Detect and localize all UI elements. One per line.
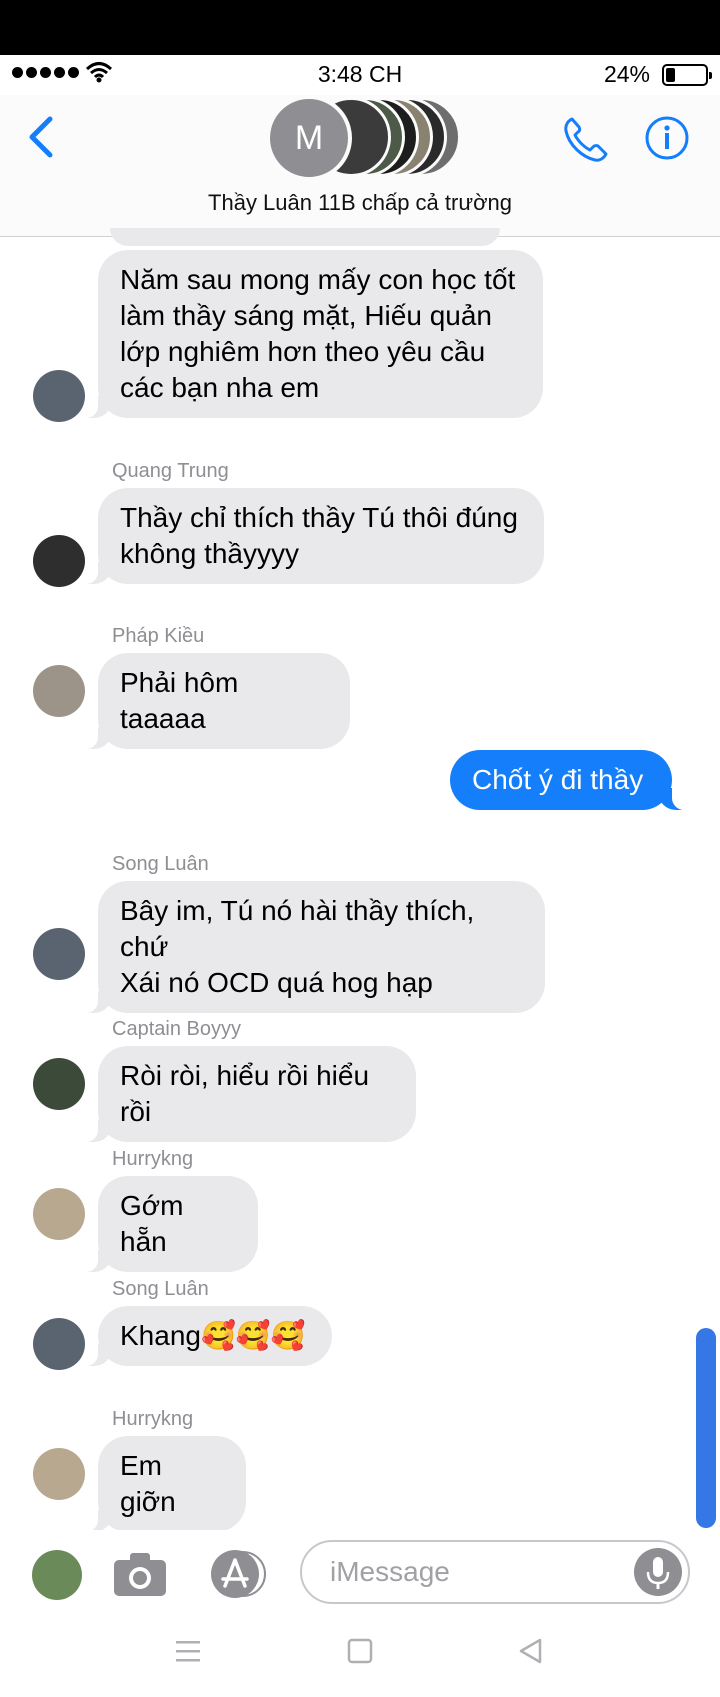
message-bubble[interactable]: Năm sau mong mấy con học tốt làm thầy sá… [76, 250, 543, 418]
avatar[interactable] [33, 1448, 85, 1500]
message-bubble-partial [110, 228, 500, 246]
message-bubble[interactable]: Ròi ròi, hiểu rồi hiểu rồi [76, 1046, 416, 1142]
sender-name: Quang Trung [112, 460, 229, 482]
message-bubble[interactable]: Bây im, Tú nó hài thầy thích, chứ Xái nó… [76, 881, 545, 1013]
message-line: không thầyyyy [120, 538, 299, 569]
imessage-placeholder: iMessage [330, 1556, 450, 1587]
menu-icon[interactable] [174, 1637, 202, 1665]
message-line: Bây im, Tú nó hài thầy thích, chứ [120, 895, 475, 962]
camera-icon[interactable] [110, 1548, 170, 1600]
square-home-icon[interactable] [346, 1637, 374, 1665]
message-line: làm thầy sáng mặt, Hiếu quản [120, 300, 492, 331]
sender-name: Captain Boyyy [112, 1018, 241, 1040]
message-line: Phải hôm taaaaa [120, 667, 239, 734]
group-name[interactable]: Thầy Luân 11B chấp cả trường [0, 190, 720, 216]
imessage-input[interactable]: iMessage [300, 1540, 690, 1604]
top-black-bar [0, 0, 720, 55]
message-composer: iMessage [0, 1530, 720, 1615]
message-bubble[interactable]: Thầy chỉ thích thầy Tú thôi đúng không t… [76, 488, 544, 584]
avatar[interactable] [33, 1058, 85, 1110]
status-bar: 3:48 CH 24% [0, 55, 720, 95]
battery-icon [662, 64, 712, 86]
avatar[interactable] [33, 1318, 85, 1370]
chevron-left-icon[interactable] [24, 113, 60, 161]
microphone-icon[interactable] [634, 1548, 682, 1596]
avatar[interactable] [33, 665, 85, 717]
system-navigation-bar [0, 1615, 720, 1697]
message-bubble[interactable]: Em giỡn [76, 1436, 246, 1532]
group-avatar-initial: M [266, 95, 352, 181]
scrollbar[interactable] [696, 1328, 716, 1528]
battery-percent: 24% [603, 61, 650, 87]
message-bubble[interactable]: Khang🥰🥰🥰 [76, 1306, 332, 1366]
avatar[interactable] [33, 928, 85, 980]
message-line: Em giỡn [120, 1450, 176, 1517]
triangle-back-icon[interactable] [516, 1637, 544, 1665]
conversation-header: M Thầy Luân 11B chấp cả trường [0, 95, 720, 237]
message-bubble[interactable]: Gớm hẵn [76, 1176, 258, 1272]
sender-name: Pháp Kiều [112, 625, 205, 647]
sender-name: Song Luân [112, 1278, 209, 1300]
avatar[interactable] [33, 535, 85, 587]
app-store-icon[interactable] [205, 1548, 271, 1600]
sender-name: Hurrykng [112, 1408, 194, 1430]
info-icon[interactable] [644, 115, 690, 161]
message-line: các bạn nha em [120, 372, 320, 403]
avatar[interactable] [32, 1550, 82, 1600]
message-line: Ròi ròi, hiểu rồi hiểu rồi [120, 1060, 370, 1127]
group-avatar-stack[interactable]: M [263, 95, 463, 181]
message-bubble[interactable]: Phải hôm taaaaa [76, 653, 350, 749]
message-line: Khang🥰🥰🥰 [120, 1320, 306, 1351]
sender-name: Hurrykng [112, 1148, 194, 1170]
avatar[interactable] [33, 370, 85, 422]
message-bubble-sent[interactable]: Chốt ý đi thầy [450, 750, 694, 810]
message-line: Xái nó OCD quá hog hạp [120, 967, 433, 998]
avatar[interactable] [33, 1188, 85, 1240]
message-line: Thầy chỉ thích thầy Tú thôi đúng [120, 502, 518, 533]
sender-name: Song Luân [112, 853, 209, 875]
phone-icon[interactable] [560, 115, 610, 165]
message-line: lớp nghiêm hơn theo yêu cầu [120, 336, 486, 367]
message-line: Gớm hẵn [120, 1190, 184, 1257]
message-line: Chốt ý đi thầy [472, 764, 644, 795]
message-line: Năm sau mong mấy con học tốt [120, 264, 516, 295]
